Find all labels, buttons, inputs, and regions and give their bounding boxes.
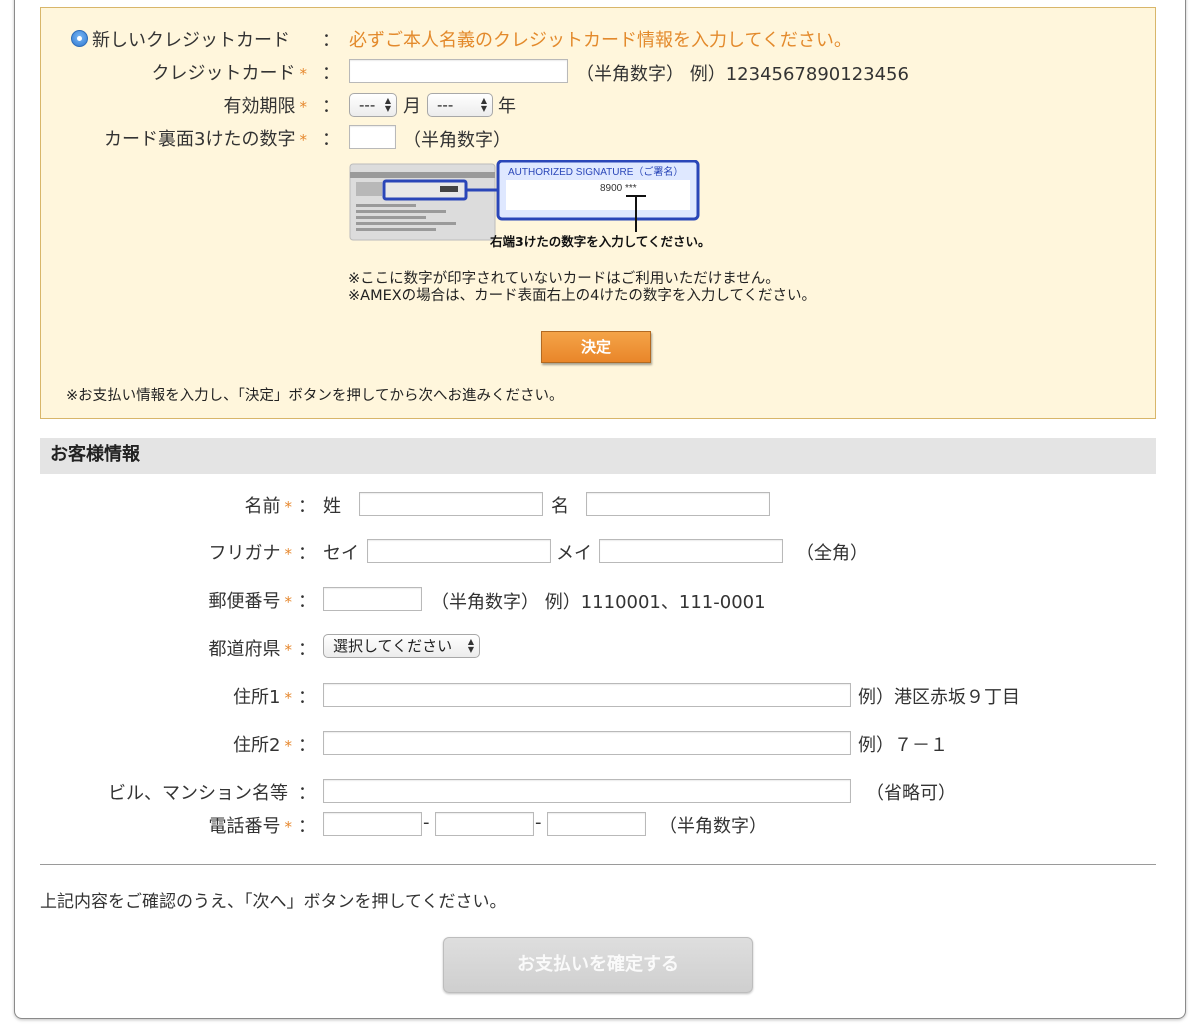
- phone-input-1[interactable]: [323, 812, 422, 836]
- pref-label: 都道府県 *: [208, 639, 293, 660]
- colon: ：: [298, 543, 316, 564]
- confirm-payment-button[interactable]: お支払いを確定する: [443, 937, 753, 993]
- expiry-month-unit: 月: [403, 96, 421, 117]
- kana-hint: （全角）: [796, 543, 868, 564]
- customer-section-title: お客様情報: [40, 438, 1156, 474]
- payment-bottom-note: ※お支払い情報を入力し、「決定」ボタンを押してから次へお進みください。: [66, 388, 564, 404]
- colon: ：: [298, 591, 316, 612]
- first-name-input[interactable]: [586, 492, 770, 516]
- new-card-notice: 必ずご本人名義のクレジットカード情報を入力してください。: [349, 30, 852, 51]
- confirm-note: 上記内容をご確認のうえ、「次へ」ボタンを押してください。: [40, 892, 507, 912]
- kana-first-input[interactable]: [599, 539, 783, 563]
- expiry-year-unit: 年: [498, 96, 516, 117]
- zip-input[interactable]: [323, 587, 422, 611]
- kana-label: フリガナ *: [208, 543, 293, 564]
- colon: ：: [322, 96, 340, 117]
- select-arrows-icon: ▲ ▼: [384, 96, 391, 113]
- colon: ：: [298, 639, 316, 660]
- phone-input-2[interactable]: [435, 812, 534, 836]
- divider: [40, 864, 1156, 865]
- card-note-2: ※AMEXの場合は、カード表面右上の4けたの数字を入力してください。: [348, 288, 817, 304]
- colon: ：: [298, 496, 316, 517]
- phone-separator: -: [535, 812, 542, 833]
- cvv-label: カード裏面3けたの数字 *: [104, 129, 307, 150]
- expiry-year-select[interactable]: --- ▲ ▼: [427, 93, 493, 117]
- decide-button[interactable]: 決定: [541, 331, 651, 363]
- colon: ：: [298, 735, 316, 756]
- phone-label: 電話番号 *: [208, 816, 293, 837]
- card-number-hint: （半角数字） 例）1234567890123456: [576, 64, 909, 85]
- zip-label: 郵便番号 *: [208, 591, 293, 612]
- name-label: 名前 *: [244, 496, 293, 517]
- pref-select[interactable]: 選択してください ▲ ▼: [323, 634, 480, 658]
- signature-title: AUTHORIZED SIGNATURE（ご署名）: [508, 165, 683, 178]
- address1-hint: 例）港区赤坂９丁目: [858, 687, 1020, 708]
- new-card-label: 新しいクレジットカード: [92, 30, 290, 51]
- card-back-illustration: AUTHORIZED SIGNATURE（ご署名） 8900 *** 右端3けた…: [348, 159, 728, 249]
- card-number-label: クレジットカード *: [151, 63, 308, 84]
- colon: ：: [322, 129, 340, 150]
- card-back-image: AUTHORIZED SIGNATURE（ご署名） 8900 *** 右端3けた…: [349, 159, 710, 249]
- card-number-input[interactable]: [349, 59, 568, 83]
- kana-last-label: セイ: [323, 543, 359, 564]
- building-hint: （省略可）: [866, 783, 956, 804]
- last-name-input[interactable]: [359, 492, 543, 516]
- signature-digits: 8900 ***: [600, 183, 637, 194]
- select-arrows-icon: ▲ ▼: [480, 96, 487, 113]
- address2-label: 住所2 *: [233, 735, 292, 756]
- cvv-hint: （半角数字）: [403, 130, 511, 151]
- card-caption: 右端3けたの数字を入力してください。: [489, 234, 710, 248]
- expiry-label: 有効期限 *: [223, 96, 308, 117]
- phone-separator: -: [423, 812, 430, 833]
- kana-first-label: メイ: [556, 543, 592, 564]
- select-arrows-icon: ▲ ▼: [467, 637, 474, 654]
- building-input[interactable]: [323, 779, 851, 803]
- building-label: ビル、マンション名等: [108, 783, 288, 804]
- colon: ：: [322, 30, 340, 51]
- colon: ：: [298, 687, 316, 708]
- phone-hint: （半角数字）: [659, 816, 767, 837]
- new-card-radio[interactable]: [71, 30, 88, 47]
- address2-hint: 例）７－１: [858, 735, 948, 756]
- colon: ：: [298, 783, 316, 804]
- expiry-month-select[interactable]: --- ▲ ▼: [349, 93, 397, 117]
- address1-label: 住所1 *: [233, 687, 292, 708]
- last-name-label: 姓: [323, 496, 341, 517]
- address1-input[interactable]: [323, 683, 851, 707]
- cvv-input[interactable]: [349, 125, 396, 149]
- zip-hint: （半角数字） 例）1110001、111-0001: [431, 592, 766, 613]
- kana-last-input[interactable]: [367, 539, 551, 563]
- colon: ：: [298, 816, 316, 837]
- address2-input[interactable]: [323, 731, 851, 755]
- first-name-label: 名: [551, 496, 569, 517]
- colon: ：: [322, 63, 340, 84]
- phone-input-3[interactable]: [547, 812, 646, 836]
